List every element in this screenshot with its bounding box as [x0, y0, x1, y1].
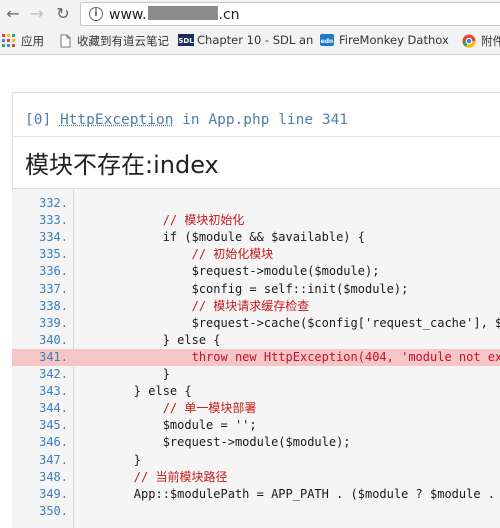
code-line-highlighted: 341. throw new HttpException(404, 'modul… — [12, 349, 500, 366]
code-line: 346. $request->module($module); — [12, 434, 500, 451]
code-line: 349. App::$modulePath = APP_PATH . ($mod… — [12, 486, 500, 503]
info-icon[interactable]: i — [89, 7, 103, 21]
code-line: 343. } else { — [12, 383, 500, 400]
line-number: 347. — [12, 452, 68, 469]
reload-icon[interactable]: ↻ — [54, 4, 72, 22]
code-line: 350. — [12, 503, 500, 520]
code-text: } — [76, 366, 170, 383]
code-line: 336. $request->module($module); — [12, 263, 500, 280]
code-line: 333. // 模块初始化 — [12, 212, 500, 229]
line-number: 338. — [12, 298, 68, 315]
code-line: 344. // 单一模块部署 — [12, 400, 500, 417]
code-text: $request->module($module); — [76, 434, 351, 451]
address-bar[interactable]: i www. .cn — [80, 2, 500, 26]
edn-icon: edn — [320, 33, 334, 47]
line-number: 341. — [12, 349, 68, 366]
code-line: 347. } — [12, 452, 500, 469]
code-text: // 初始化模块 — [76, 246, 273, 263]
line-number: 334. — [12, 229, 68, 246]
line-number: 348. — [12, 469, 68, 486]
code-text: $config = self::init($module); — [76, 281, 408, 298]
bookmark-apps[interactable]: 应用 — [2, 33, 44, 49]
line-number: 340. — [12, 332, 68, 349]
line-number: 342. — [12, 366, 68, 383]
bookmark-label: Chapter 10 - SDL an — [197, 33, 313, 47]
code-text: // 模块初始化 — [76, 212, 244, 229]
line-number: 346. — [12, 434, 68, 451]
browser-toolbar: ← → ↻ i www. .cn 应用 收藏到有道云笔记 SDL Chapter… — [0, 0, 500, 55]
bookmark-label: 应用 — [21, 33, 44, 49]
exception-index: [0] — [25, 112, 51, 128]
line-number: 349. — [12, 486, 68, 503]
line-number: 339. — [12, 315, 68, 332]
code-text: } — [76, 452, 141, 469]
bookmark-label: 收藏到有道云笔记 — [77, 33, 169, 49]
code-text: throw new HttpException(404, 'module not… — [76, 349, 500, 366]
code-text: $module = ''; — [76, 417, 257, 434]
line-number: 350. — [12, 503, 68, 520]
page-icon — [58, 34, 72, 48]
source-code-block: 332. 333. // 模块初始化 334. if ($module && $av… — [12, 188, 500, 528]
line-number: 343. — [12, 383, 68, 400]
code-text: } else { — [76, 332, 221, 349]
code-line: 342. } — [12, 366, 500, 383]
back-arrow-icon[interactable]: ← — [4, 4, 22, 22]
code-text: // 单一模块部署 — [76, 400, 256, 417]
code-text: if ($module && $available) { — [76, 229, 365, 246]
sdl-icon: SDL — [178, 33, 192, 47]
svg-text:SDL: SDL — [178, 37, 194, 45]
code-text: } else { — [76, 383, 192, 400]
code-text: $request->cache($config['request_cache']… — [76, 315, 500, 332]
code-line: 348. // 当前模块路径 — [12, 469, 500, 486]
code-text: // 模块请求缓存检查 — [76, 298, 309, 315]
line-number: 332. — [12, 195, 68, 212]
bookmark-sdl[interactable]: SDL Chapter 10 - SDL an — [178, 33, 313, 47]
code-line: 334. if ($module && $available) { — [12, 229, 500, 246]
code-line: 337. $config = self::init($module); — [12, 281, 500, 298]
code-text: // 当前模块路径 — [76, 469, 227, 486]
line-number: 345. — [12, 417, 68, 434]
svg-text:edn: edn — [321, 38, 334, 45]
header-divider — [12, 136, 500, 137]
code-line: 335. // 初始化模块 — [12, 246, 500, 263]
code-line: 345. $module = ''; — [12, 417, 500, 434]
bookmark-youdao[interactable]: 收藏到有道云笔记 — [58, 33, 169, 49]
code-text: $request->module($module); — [76, 263, 379, 280]
line-number: 337. — [12, 281, 68, 298]
bookmark-label: 附件 — [481, 33, 500, 49]
line-number: 333. — [12, 212, 68, 229]
code-line: 339. $request->cache($config['request_ca… — [12, 315, 500, 332]
code-line: 332. — [12, 195, 500, 212]
exception-message: 模块不存在:index — [25, 145, 219, 180]
chrome-icon — [462, 34, 476, 48]
exception-header: [0] HttpException in App.php line 341 — [25, 112, 348, 128]
exception-class-link[interactable]: HttpException — [60, 112, 174, 128]
code-line: 340. } else { — [12, 332, 500, 349]
line-number: 336. — [12, 263, 68, 280]
apps-grid-icon — [2, 34, 16, 48]
bookmark-attachment[interactable]: 附件 — [462, 33, 500, 49]
line-number: 344. — [12, 400, 68, 417]
exception-location: in App.php line 341 — [182, 112, 348, 128]
line-number: 335. — [12, 246, 68, 263]
bookmark-label: FireMonkey Dathox — [339, 33, 449, 47]
bookmark-firemonkey[interactable]: edn FireMonkey Dathox — [320, 33, 449, 47]
url-text[interactable]: www. .cn — [109, 6, 240, 23]
forward-arrow-icon[interactable]: → — [28, 4, 46, 22]
redacted-domain — [148, 6, 218, 20]
code-line: 338. // 模块请求缓存检查 — [12, 298, 500, 315]
code-text: App::$modulePath = APP_PATH . ($module ?… — [76, 486, 495, 503]
bookmarks-bar: 应用 收藏到有道云笔记 SDL Chapter 10 - SDL an edn … — [0, 30, 500, 52]
